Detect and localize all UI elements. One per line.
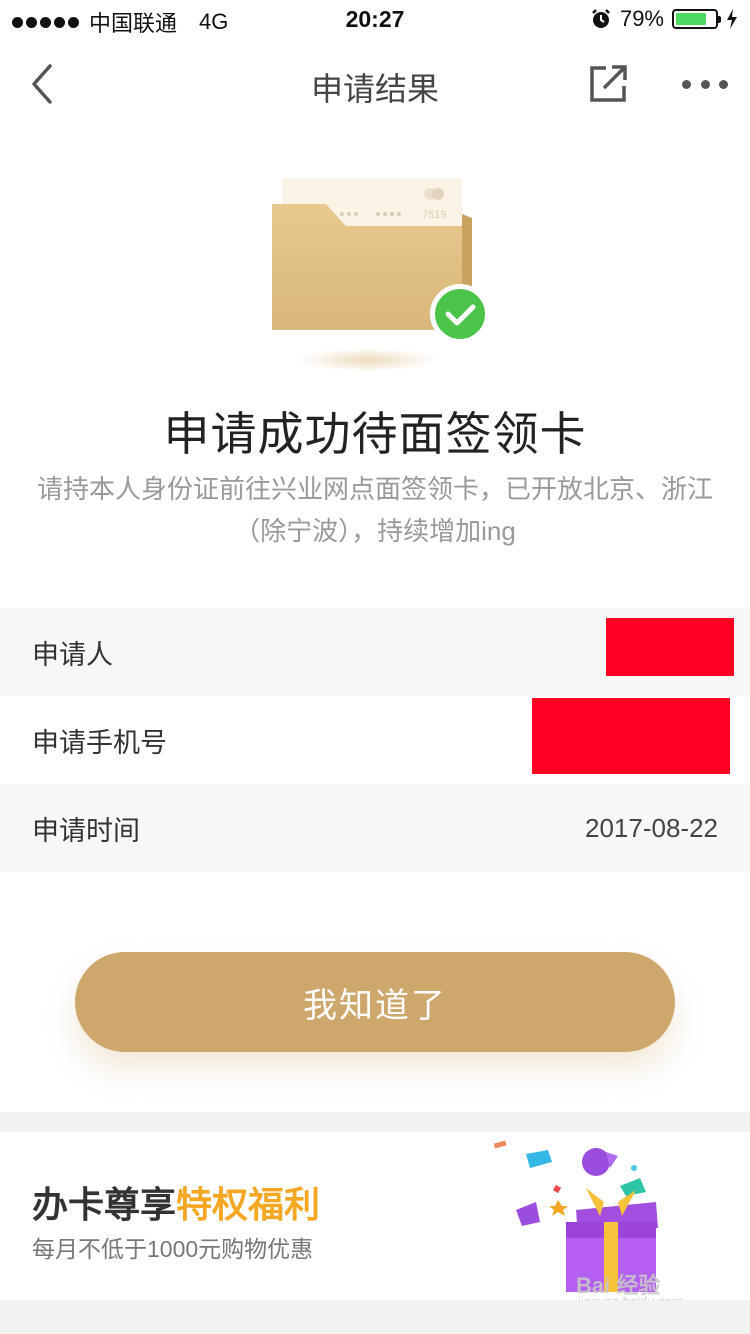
share-button[interactable]	[586, 62, 630, 106]
battery-percent: 79%	[619, 6, 664, 31]
got-it-button[interactable]: 我知道了	[75, 952, 675, 1052]
battery-icon	[672, 9, 721, 29]
charging-icon	[727, 9, 737, 29]
info-row-phone: 申请手机号	[0, 696, 750, 784]
info-value: 2017-08-22	[585, 812, 718, 843]
result-description: 请持本人身份证前往兴业网点面签领卡，已开放北京、浙江（除宁波），持续增加ing	[36, 474, 713, 546]
bottom-band	[0, 1300, 750, 1334]
info-label: 申请手机号	[32, 727, 167, 758]
more-dot-icon	[682, 79, 691, 89]
folder-success-illustration: 7519	[272, 178, 490, 372]
section-divider	[0, 1112, 750, 1132]
share-icon	[590, 65, 627, 102]
page-title: 申请结果	[310, 71, 439, 107]
redacted-value	[606, 618, 734, 676]
promo-subtitle: 每月不低于1000元购物优惠	[32, 1236, 314, 1262]
promo-title: 办卡尊享特权福利	[32, 1176, 320, 1228]
check-circle-icon	[435, 289, 485, 339]
promo-title-prefix: 办卡尊享	[32, 1184, 177, 1225]
promo-banner[interactable]: 办卡尊享特权福利 每月不低于1000元购物优惠 Bai 经验 jingyan.b…	[0, 1132, 750, 1309]
redacted-value	[532, 698, 730, 774]
alarm-icon	[592, 9, 610, 28]
promo-title-highlight: 特权福利	[176, 1184, 321, 1225]
more-options-button[interactable]	[682, 74, 728, 94]
navigation-bar: 申请结果	[0, 40, 750, 128]
application-info-list: 申请人 申请手机号 申请时间 2017-08-22	[0, 608, 750, 872]
status-bar: 中国联通 4G 20:27 79%	[0, 0, 750, 40]
card-number-tail: 7519	[422, 209, 446, 221]
result-title: 申请成功待面签领卡	[163, 408, 587, 460]
info-label: 申请时间	[32, 815, 140, 846]
info-row-applicant: 申请人	[0, 608, 750, 696]
more-dot-icon	[700, 79, 710, 89]
info-row-date: 申请时间 2017-08-22	[0, 784, 750, 872]
status-right: 79%	[590, 6, 738, 32]
more-dot-icon	[719, 79, 728, 89]
info-label: 申请人	[32, 639, 113, 670]
battery-level	[676, 13, 707, 25]
